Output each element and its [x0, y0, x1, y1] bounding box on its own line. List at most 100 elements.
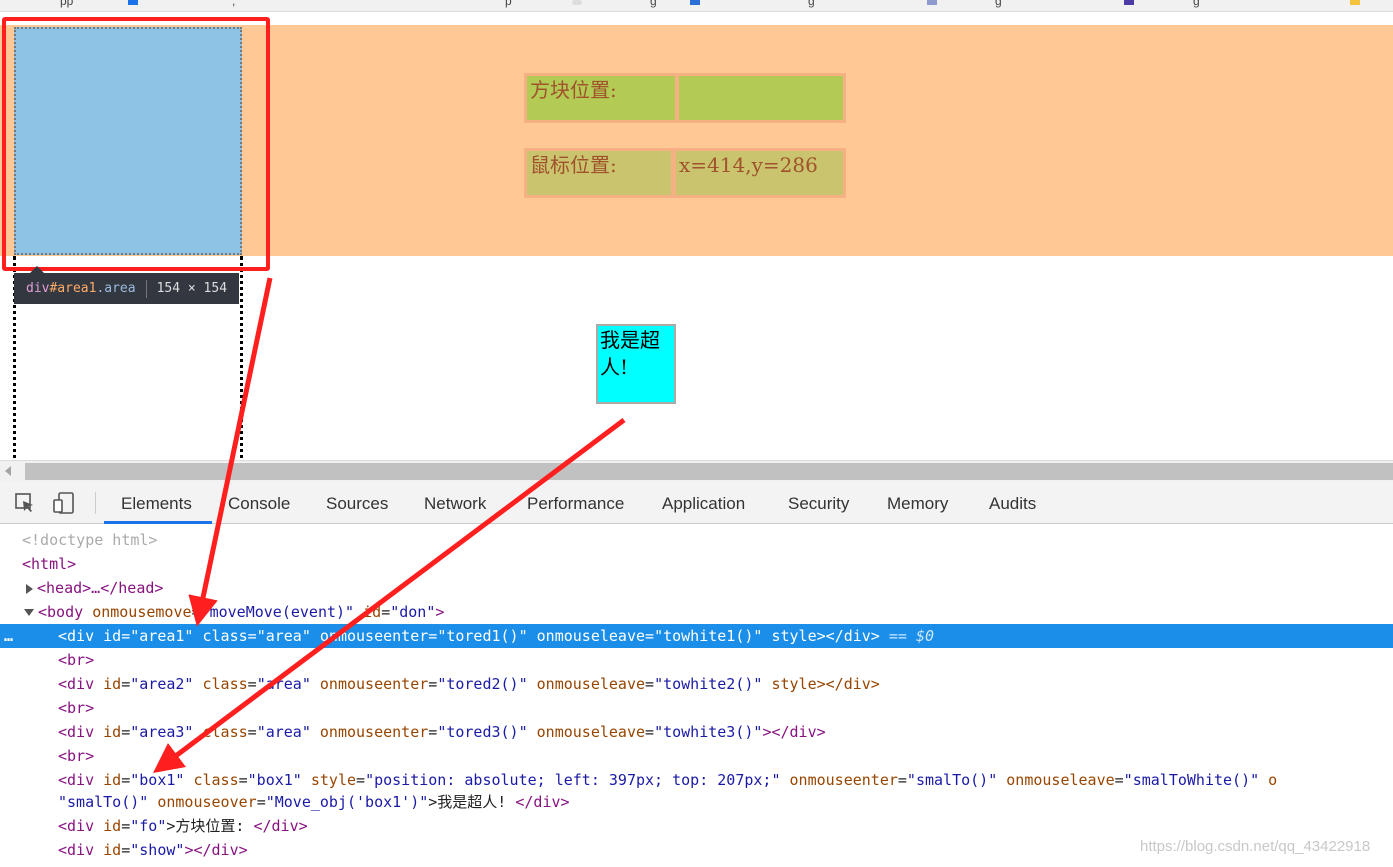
block-position-value: [676, 73, 846, 123]
attr-style-value: "position: absolute; left: 397px; top: 2…: [365, 771, 781, 789]
tab-fragment[interactable]: g: [650, 0, 657, 8]
attr-leave-value: "smalToWhite()": [1123, 771, 1260, 789]
br-tag: <br>: [58, 699, 95, 717]
tab-fragment[interactable]: p: [505, 0, 512, 8]
dom-div-area3[interactable]: <div id="area3" class="area" onmouseente…: [58, 720, 826, 744]
dom-div-show[interactable]: <div id="show"></div>: [58, 838, 248, 862]
toolbar-separator: [95, 492, 96, 514]
page-viewport: div#area1.area 154 × 154 方块位置: 鼠标位置: x=41…: [0, 13, 1393, 460]
body-attr-name: onmousemove: [92, 603, 192, 621]
bookmark-icon[interactable]: [1124, 0, 1134, 5]
device-toggle-icon[interactable]: [52, 491, 76, 515]
watermark-text: https://blog.csdn.net/qq_43422918: [1140, 838, 1371, 855]
console-ref: == $0: [888, 627, 935, 645]
tab-network[interactable]: Network: [424, 482, 486, 524]
tab-application[interactable]: Application: [662, 482, 745, 524]
dom-div-area1-selected[interactable]: … <div id="area1" class="area" onmouseen…: [0, 624, 1393, 648]
dom-body[interactable]: <body onmousemove="moveMove(event)" id="…: [24, 600, 444, 624]
bookmark-icon[interactable]: [927, 0, 937, 5]
mouse-position-label: 鼠标位置:: [524, 148, 674, 198]
dom-html[interactable]: <html>: [22, 552, 76, 576]
attr-class-value: "box1": [247, 771, 302, 789]
more-options-icon[interactable]: …: [4, 624, 13, 648]
attr-id-value: "area2": [130, 675, 194, 693]
attr-class-value: "area": [256, 627, 311, 645]
tab-performance[interactable]: Performance: [527, 482, 624, 524]
attr-tail: style></div>: [771, 675, 880, 693]
attr-id-value: "box1": [130, 771, 185, 789]
devtools-toolbar: Elements Console Sources Network Perform…: [0, 482, 1393, 524]
fo-text: >方块位置:: [166, 817, 254, 835]
tooltip-id: #area1: [49, 281, 97, 296]
doctype-text: <!doctype html>: [22, 531, 158, 549]
dom-br[interactable]: <br>: [58, 696, 94, 720]
tab-security[interactable]: Security: [788, 482, 849, 524]
close-tag: </div>: [253, 817, 308, 835]
elements-dom-tree: <!doctype html> <html> <head>…</head> <b…: [0, 524, 1393, 867]
tab-memory[interactable]: Memory: [887, 482, 948, 524]
head-tag: <head>…</head>: [37, 579, 164, 597]
expand-arrow-icon[interactable]: [26, 583, 33, 594]
bookmark-icon[interactable]: [1350, 0, 1360, 5]
tab-fragment[interactable]: g: [995, 0, 1002, 8]
attr-tail: ></div>: [762, 723, 826, 741]
close-tag: </div>: [515, 793, 570, 811]
attr-enter-value: "smalTo()": [906, 771, 998, 789]
br-tag: <br>: [58, 747, 95, 765]
attr-leave-value: "towhite2()": [654, 675, 763, 693]
body-attr-name: id: [363, 603, 382, 621]
attr-continued: o: [1268, 771, 1278, 789]
tab-fragment[interactable]: g: [808, 0, 815, 8]
block-position-label: 方块位置:: [524, 73, 678, 123]
attr-leave-value: "towhite3()": [654, 723, 763, 741]
attr-id-value: "area1": [130, 627, 194, 645]
attr-leave-value: "towhite1()": [654, 627, 763, 645]
page-icon[interactable]: [572, 0, 582, 5]
html-tag: <html>: [22, 555, 77, 573]
mouse-position-value: x=414,y=286: [673, 148, 846, 198]
horizontal-scrollbar[interactable]: [0, 460, 1393, 482]
box1-text: >我是超人!: [428, 793, 516, 811]
attr-enter-value: "tored1()": [437, 627, 528, 645]
dom-div-fo[interactable]: <div id="fo">方块位置: </div>: [58, 814, 308, 838]
dom-doctype[interactable]: <!doctype html>: [22, 528, 157, 552]
annotation-highlight-box: [2, 17, 270, 271]
superman-box[interactable]: 我是超人!: [596, 324, 676, 404]
attr-id-value: "show": [130, 841, 185, 859]
dom-div-box1[interactable]: <div id="box1" class="box1" style="posit…: [58, 768, 1277, 792]
attr-over-value: "Move_obj('box1')": [265, 793, 429, 811]
attr-id-value: "area3": [130, 723, 194, 741]
screenshot-root: pp , p g g g g div#area1.area 154 × 154 方…: [0, 0, 1393, 867]
tab-sources[interactable]: Sources: [326, 482, 388, 524]
attr-class-value: "area": [256, 675, 311, 693]
tab-fragment[interactable]: ,: [232, 0, 235, 8]
body-attr-value: "moveMove(event)": [200, 603, 355, 621]
collapse-arrow-icon[interactable]: [24, 609, 34, 616]
dom-head[interactable]: <head>…</head>: [26, 576, 163, 600]
attr-over-name: onmouseover: [157, 793, 257, 811]
bookmark-icon[interactable]: [128, 0, 138, 5]
inspect-element-icon[interactable]: [13, 491, 37, 515]
attr-tail: style></div>: [771, 627, 880, 645]
attr-class-value: "area": [256, 723, 311, 741]
attr-enter-value: "tored2()": [437, 675, 528, 693]
tab-audits[interactable]: Audits: [989, 482, 1036, 524]
dom-br[interactable]: <br>: [58, 744, 94, 768]
tab-console[interactable]: Console: [228, 482, 290, 524]
element-inspect-tooltip: div#area1.area 154 × 154: [14, 266, 240, 304]
close-tag: ></div>: [184, 841, 248, 859]
tooltip-tag: div: [26, 281, 50, 296]
tab-elements[interactable]: Elements: [121, 482, 192, 524]
scroll-left-arrow-icon[interactable]: [5, 466, 11, 476]
attr-value-start: "smalTo()": [58, 793, 149, 811]
body-tag: <body: [38, 603, 84, 621]
tab-fragment[interactable]: pp: [60, 0, 73, 8]
tooltip-class: .area: [96, 281, 136, 296]
dom-div-box1-cont[interactable]: "smalTo()" onmouseover="Move_obj('box1')…: [58, 790, 570, 814]
tooltip-size: 154 × 154: [156, 281, 228, 296]
scrollbar-thumb[interactable]: [25, 463, 1393, 480]
dom-br[interactable]: <br>: [58, 648, 94, 672]
dom-div-area2[interactable]: <div id="area2" class="area" onmouseente…: [58, 672, 880, 696]
bookmark-icon[interactable]: [690, 0, 700, 5]
tab-fragment[interactable]: g: [1193, 0, 1200, 8]
